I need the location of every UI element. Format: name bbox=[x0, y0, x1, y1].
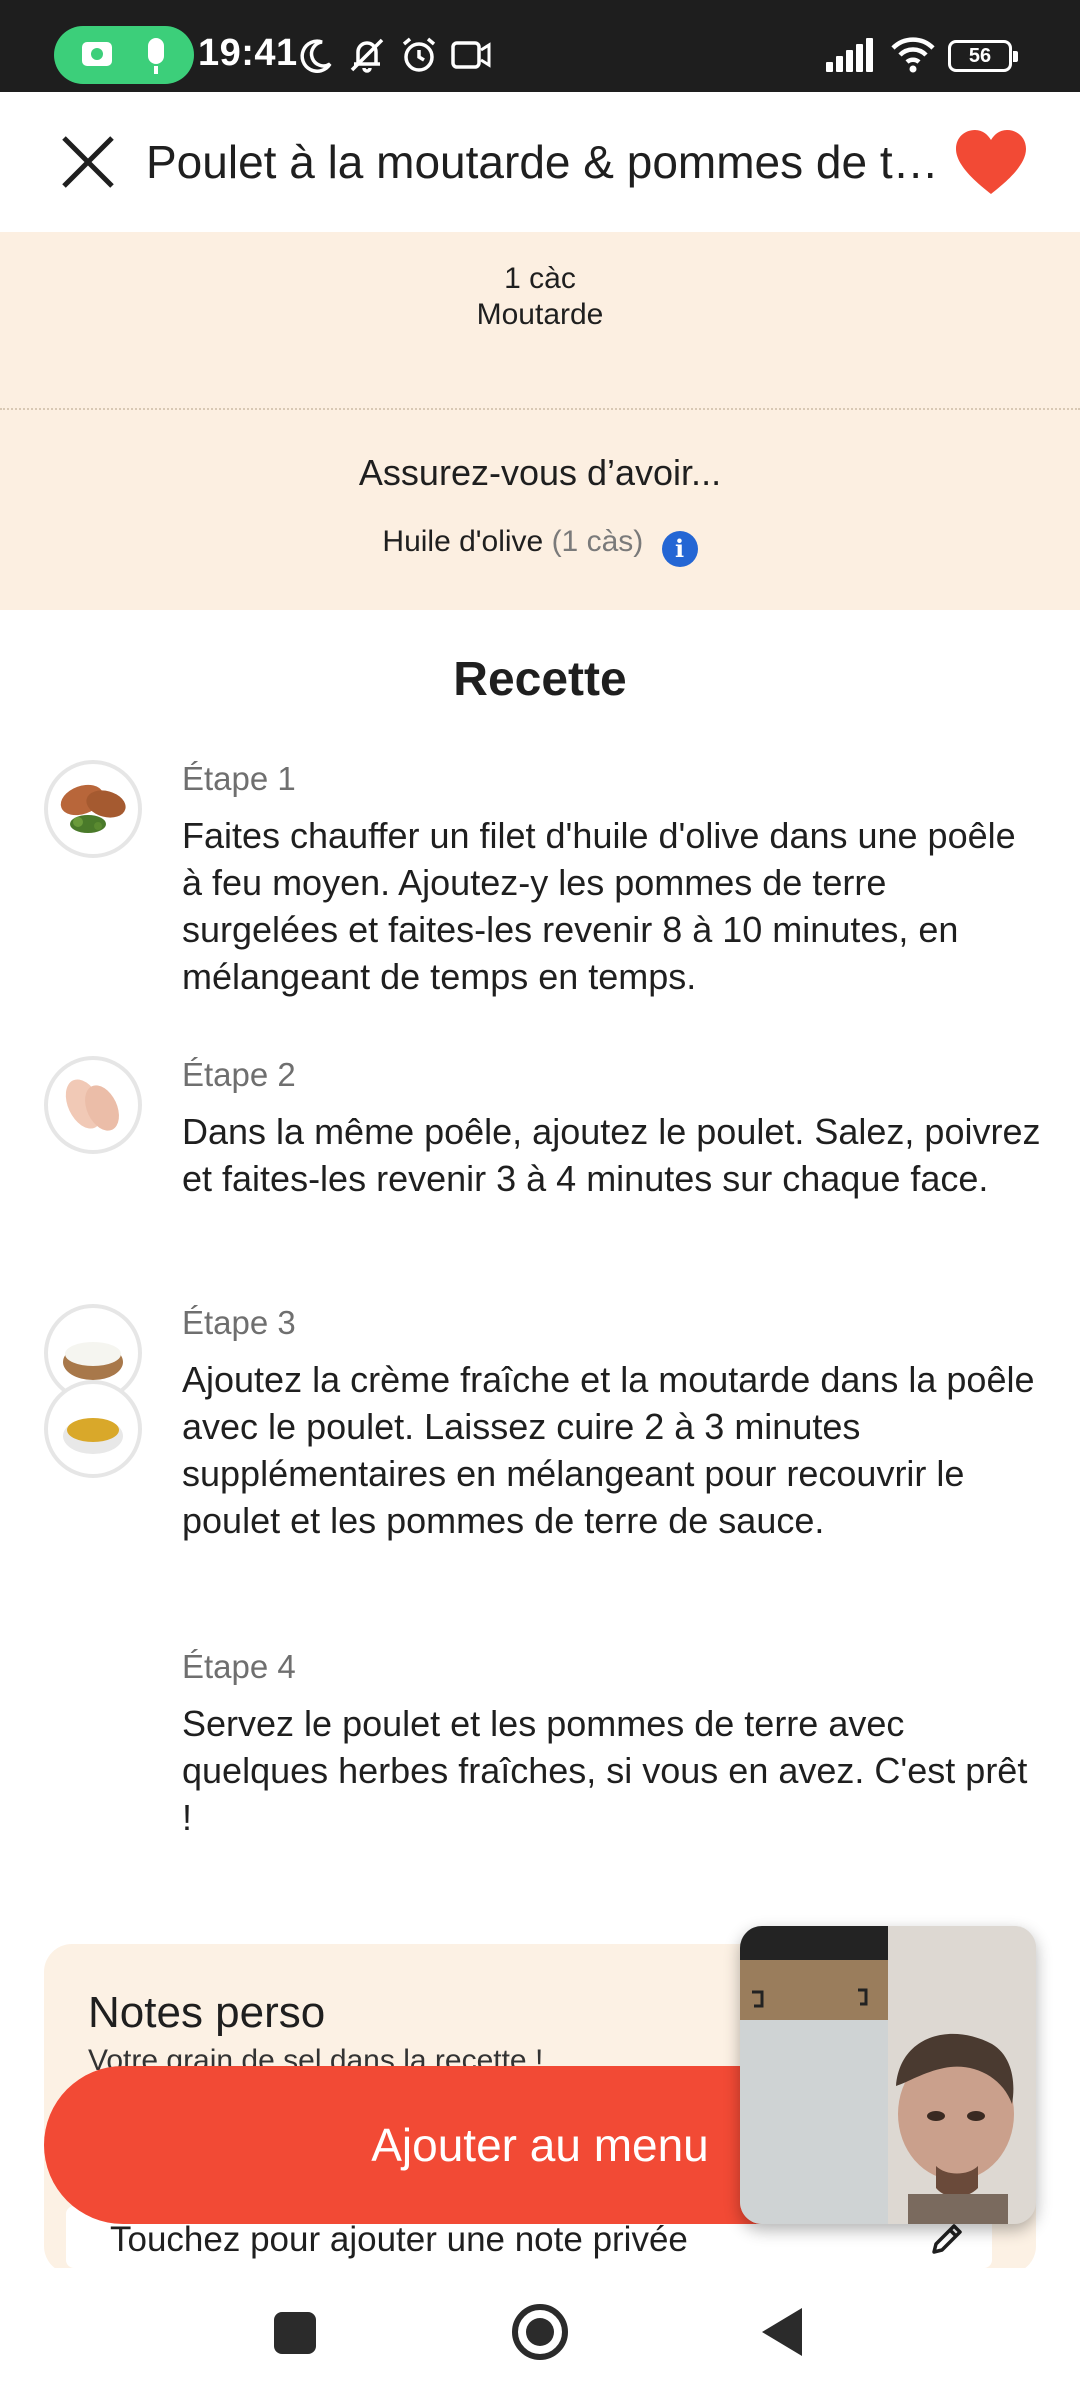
mustard-image bbox=[44, 1380, 142, 1478]
ingredient-quantity: 1 càc bbox=[504, 262, 576, 295]
wifi-icon bbox=[891, 37, 935, 73]
ingredients-section: 1 càc Moutarde Assurez-vous d’avoir... H… bbox=[0, 232, 1080, 610]
moon-icon bbox=[300, 39, 332, 73]
home-button[interactable] bbox=[512, 2304, 568, 2360]
pantry-item-quantity: (1 càs) bbox=[551, 525, 644, 558]
bell-off-icon bbox=[350, 38, 384, 73]
status-time: 19:41 bbox=[198, 32, 298, 74]
recipe-section-title: Recette bbox=[453, 653, 627, 706]
alarm-icon bbox=[402, 37, 436, 72]
step-label: Étape 1 bbox=[182, 760, 296, 797]
video-feed-image bbox=[740, 1926, 1036, 2224]
recipe-title: Poulet à la moutarde & pommes de terre bbox=[146, 136, 946, 188]
info-icon[interactable]: i bbox=[661, 531, 698, 567]
recording-indicator[interactable] bbox=[54, 26, 194, 84]
step-text: Servez le poulet et les pommes de terre … bbox=[182, 1703, 1028, 1838]
pencil-icon[interactable] bbox=[926, 2218, 968, 2260]
system-navigation-bar bbox=[0, 2268, 1080, 2400]
status-bar: 19:41 56 bbox=[0, 0, 1080, 92]
note-input-placeholder: Touchez pour ajouter une note privée bbox=[110, 2220, 688, 2259]
pantry-title: Assurez-vous d’avoir... bbox=[358, 452, 722, 493]
close-icon[interactable] bbox=[60, 134, 116, 190]
chicken-image bbox=[44, 1056, 142, 1154]
step-text: Dans la même poêle, ajoutez le poulet. S… bbox=[182, 1111, 1041, 1199]
notes-title: Notes perso bbox=[88, 1988, 326, 2037]
back-button[interactable] bbox=[762, 2308, 802, 2356]
step-label: Étape 2 bbox=[182, 1056, 296, 1093]
step-label: Étape 4 bbox=[182, 1648, 296, 1685]
battery-icon: 56 bbox=[948, 40, 1018, 72]
recipe-header: Poulet à la moutarde & pommes de terre bbox=[0, 92, 1080, 232]
pantry-item: Huile d'olive (1 càs) i bbox=[0, 522, 1080, 567]
camera-icon bbox=[82, 42, 112, 66]
potatoes-image bbox=[44, 760, 142, 858]
screen-record-icon bbox=[451, 41, 491, 69]
favorite-heart-icon[interactable] bbox=[954, 128, 1028, 196]
ingredient-name: Moutarde bbox=[476, 298, 604, 331]
video-call-pip[interactable] bbox=[740, 1926, 1036, 2224]
recents-button[interactable] bbox=[274, 2312, 316, 2354]
pantry-item-name: Huile d'olive bbox=[382, 525, 544, 558]
signal-icon bbox=[826, 38, 874, 72]
step-label: Étape 3 bbox=[182, 1304, 296, 1341]
step-text: Faites chauffer un filet d'huile d'olive… bbox=[182, 815, 1016, 997]
microphone-icon bbox=[148, 38, 164, 74]
divider bbox=[0, 408, 1080, 410]
step-text: Ajoutez la crème fraîche et la moutarde … bbox=[182, 1359, 1035, 1541]
